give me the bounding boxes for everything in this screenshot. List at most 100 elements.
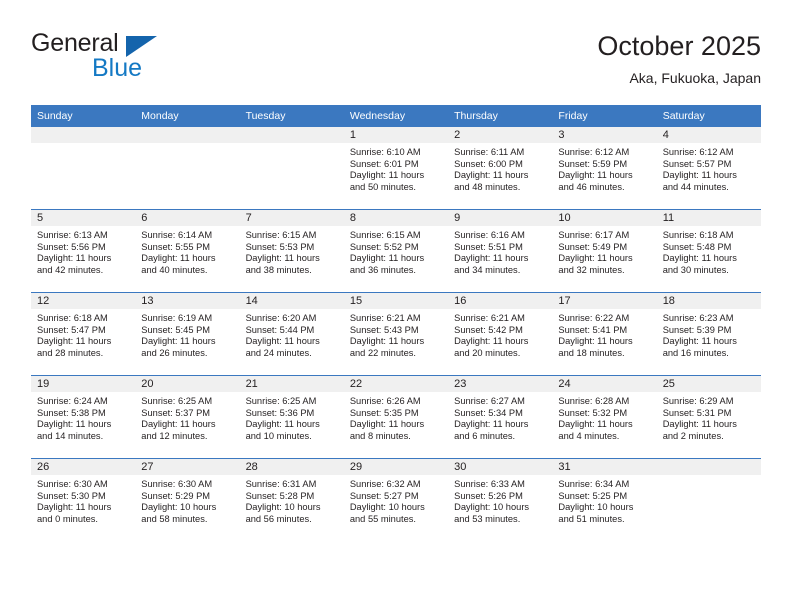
calendar-day-cell[interactable]: 13 Sunrise: 6:19 AM Sunset: 5:45 PM Dayligh… (135, 292, 240, 376)
day-number: 6 (135, 210, 240, 226)
weekday-header-wednesday: Wednesday (343, 105, 449, 127)
calendar-day-cell[interactable]: 26 Sunrise: 6:30 AM Sunset: 5:30 PM Dayligh… (31, 458, 136, 541)
day-detail-daylight-line1: Daylight: 11 hours (662, 419, 737, 430)
day-detail-daylight-line1: Daylight: 10 hours (349, 502, 425, 513)
calendar-day-cell[interactable]: 11 Sunrise: 6:18 AM Sunset: 5:48 PM Dayligh… (656, 209, 761, 293)
calendar-day-cell[interactable]: 23 Sunrise: 6:27 AM Sunset: 5:34 PM Dayligh… (448, 375, 553, 459)
calendar-day-cell[interactable]: 29 Sunrise: 6:32 AM Sunset: 5:27 PM Dayligh… (343, 458, 449, 541)
calendar-day-cell[interactable]: 16 Sunrise: 6:21 AM Sunset: 5:42 PM Dayligh… (448, 292, 553, 376)
day-details: Sunrise: 6:30 AM Sunset: 5:30 PM Daylight:… (31, 475, 135, 525)
day-detail-sunrise: Sunrise: 6:32 AM (349, 479, 421, 489)
calendar-day-cell[interactable]: 1 Sunrise: 6:10 AM Sunset: 6:01 PM Daylight… (343, 127, 449, 210)
day-detail-daylight-line1: Daylight: 11 hours (141, 336, 216, 347)
day-details: Sunrise: 6:27 AM Sunset: 5:34 PM Daylight:… (448, 392, 552, 442)
day-detail-daylight-line1: Daylight: 10 hours (245, 502, 321, 513)
day-detail-sunset: Sunset: 5:30 PM (37, 490, 106, 501)
calendar-day-cell[interactable]: 24 Sunrise: 6:28 AM Sunset: 5:32 PM Dayligh… (552, 375, 657, 459)
calendar-day-cell[interactable]: 20 Sunrise: 6:25 AM Sunset: 5:37 PM Dayligh… (135, 375, 240, 459)
day-cell-inner: 15 Sunrise: 6:21 AM Sunset: 5:43 PM Dayligh… (343, 293, 449, 375)
day-details: Sunrise: 6:30 AM Sunset: 5:29 PM Daylight:… (135, 475, 239, 525)
day-cell-inner: 14 Sunrise: 6:20 AM Sunset: 5:44 PM Dayligh… (239, 293, 344, 375)
calendar-day-cell[interactable]: 7 Sunrise: 6:15 AM Sunset: 5:53 PM Daylight… (239, 209, 344, 293)
calendar-day-cell[interactable]: 14 Sunrise: 6:20 AM Sunset: 5:44 PM Dayligh… (239, 292, 344, 376)
day-detail-daylight-line1: Daylight: 11 hours (245, 419, 320, 430)
day-number: 15 (343, 293, 449, 309)
calendar-day-cell[interactable]: 5 Sunrise: 6:13 AM Sunset: 5:56 PM Daylight… (31, 209, 136, 293)
day-detail-sunrise: Sunrise: 6:22 AM (558, 313, 630, 323)
day-detail-daylight-line2: and 16 minutes. (662, 347, 729, 358)
general-blue-logo[interactable]: General Blue (31, 30, 161, 84)
day-detail-sunset: Sunset: 5:36 PM (245, 407, 315, 418)
day-cell-inner: 9 Sunrise: 6:16 AM Sunset: 5:51 PM Daylight… (448, 210, 553, 292)
calendar-day-cell[interactable]: 21 Sunrise: 6:25 AM Sunset: 5:36 PM Dayligh… (239, 375, 344, 459)
day-detail-daylight-line2: and 2 minutes. (662, 430, 724, 441)
calendar-day-cell[interactable]: 17 Sunrise: 6:22 AM Sunset: 5:41 PM Dayligh… (552, 292, 657, 376)
calendar-day-cell[interactable]: 3 Sunrise: 6:12 AM Sunset: 5:59 PM Daylight… (552, 127, 657, 210)
day-details: Sunrise: 6:25 AM Sunset: 5:36 PM Daylight:… (240, 392, 344, 442)
day-detail-sunrise: Sunrise: 6:19 AM (141, 313, 213, 323)
calendar-day-cell[interactable]: 9 Sunrise: 6:16 AM Sunset: 5:51 PM Daylight… (448, 209, 553, 293)
day-number: 22 (343, 376, 449, 392)
day-detail-sunrise: Sunrise: 6:29 AM (662, 396, 734, 406)
day-detail-daylight-line2: and 12 minutes. (141, 430, 208, 441)
calendar-week-row: 19 Sunrise: 6:24 AM Sunset: 5:38 PM Dayligh… (31, 375, 761, 459)
weekday-header-tuesday: Tuesday (239, 105, 344, 127)
calendar-day-cell[interactable]: 25 Sunrise: 6:29 AM Sunset: 5:31 PM Dayligh… (656, 375, 761, 459)
day-number: 8 (343, 210, 449, 226)
calendar-week-row: 1 Sunrise: 6:10 AM Sunset: 6:01 PM Daylight… (31, 127, 761, 210)
day-detail-sunset: Sunset: 5:49 PM (558, 241, 628, 252)
day-cell-inner (31, 127, 136, 209)
day-detail-sunrise: Sunrise: 6:30 AM (37, 479, 108, 489)
calendar-day-cell[interactable]: 28 Sunrise: 6:31 AM Sunset: 5:28 PM Dayligh… (239, 458, 344, 541)
day-detail-daylight-line2: and 48 minutes. (454, 181, 521, 192)
day-detail-sunrise: Sunrise: 6:24 AM (37, 396, 108, 406)
calendar-day-cell[interactable]: 27 Sunrise: 6:30 AM Sunset: 5:29 PM Dayligh… (135, 458, 240, 541)
day-detail-sunrise: Sunrise: 6:27 AM (454, 396, 525, 406)
day-cell-inner: 30 Sunrise: 6:33 AM Sunset: 5:26 PM Dayligh… (448, 459, 553, 541)
day-detail-sunset: Sunset: 5:56 PM (37, 241, 106, 252)
day-number (135, 127, 240, 143)
calendar-day-cell[interactable]: 10 Sunrise: 6:17 AM Sunset: 5:49 PM Dayligh… (552, 209, 657, 293)
day-detail-daylight-line2: and 36 minutes. (349, 264, 416, 275)
calendar-day-cell[interactable]: 12 Sunrise: 6:18 AM Sunset: 5:47 PM Dayligh… (31, 292, 136, 376)
day-cell-inner: 31 Sunrise: 6:34 AM Sunset: 5:25 PM Dayligh… (552, 459, 657, 541)
calendar-day-cell-empty (135, 127, 240, 210)
calendar-day-cell[interactable]: 2 Sunrise: 6:11 AM Sunset: 6:00 PM Daylight… (448, 127, 553, 210)
day-details: Sunrise: 6:24 AM Sunset: 5:38 PM Daylight:… (31, 392, 135, 442)
day-detail-sunset: Sunset: 5:45 PM (141, 324, 211, 335)
day-details: Sunrise: 6:11 AM Sunset: 6:00 PM Daylight:… (448, 143, 552, 193)
day-details: Sunrise: 6:16 AM Sunset: 5:51 PM Daylight:… (448, 226, 552, 276)
day-detail-sunset: Sunset: 5:32 PM (558, 407, 628, 418)
day-details (135, 143, 239, 147)
day-detail-daylight-line1: Daylight: 11 hours (349, 253, 425, 264)
calendar-day-cell[interactable]: 19 Sunrise: 6:24 AM Sunset: 5:38 PM Dayligh… (31, 375, 136, 459)
day-detail-daylight-line2: and 56 minutes. (245, 513, 312, 524)
calendar-day-cell[interactable]: 6 Sunrise: 6:14 AM Sunset: 5:55 PM Daylight… (135, 209, 240, 293)
day-number: 25 (656, 376, 761, 392)
day-number: 1 (343, 127, 449, 143)
calendar-week-row: 26 Sunrise: 6:30 AM Sunset: 5:30 PM Dayligh… (31, 458, 761, 541)
calendar-day-cell[interactable]: 18 Sunrise: 6:23 AM Sunset: 5:39 PM Dayligh… (656, 292, 761, 376)
calendar-day-cell[interactable]: 8 Sunrise: 6:15 AM Sunset: 5:52 PM Daylight… (343, 209, 449, 293)
day-number (31, 127, 136, 143)
day-details: Sunrise: 6:26 AM Sunset: 5:35 PM Daylight:… (344, 392, 448, 442)
day-cell-inner: 11 Sunrise: 6:18 AM Sunset: 5:48 PM Dayligh… (656, 210, 761, 292)
day-detail-daylight-line2: and 53 minutes. (454, 513, 521, 524)
day-details: Sunrise: 6:12 AM Sunset: 5:57 PM Daylight:… (657, 143, 761, 193)
day-detail-daylight-line2: and 50 minutes. (349, 181, 416, 192)
calendar-day-cell[interactable]: 30 Sunrise: 6:33 AM Sunset: 5:26 PM Dayligh… (448, 458, 553, 541)
calendar-day-cell[interactable]: 22 Sunrise: 6:26 AM Sunset: 5:35 PM Dayligh… (343, 375, 449, 459)
day-detail-daylight-line2: and 38 minutes. (245, 264, 312, 275)
day-details: Sunrise: 6:23 AM Sunset: 5:39 PM Daylight:… (657, 309, 761, 359)
calendar-day-cell[interactable]: 15 Sunrise: 6:21 AM Sunset: 5:43 PM Dayligh… (343, 292, 449, 376)
day-number (239, 127, 344, 143)
calendar-day-cell[interactable]: 31 Sunrise: 6:34 AM Sunset: 5:25 PM Dayligh… (552, 458, 657, 541)
day-number: 28 (239, 459, 344, 475)
day-detail-sunset: Sunset: 5:47 PM (37, 324, 106, 335)
day-details: Sunrise: 6:29 AM Sunset: 5:31 PM Daylight:… (657, 392, 761, 442)
calendar-day-cell[interactable]: 4 Sunrise: 6:12 AM Sunset: 5:57 PM Daylight… (656, 127, 761, 210)
day-detail-daylight-line2: and 46 minutes. (558, 181, 625, 192)
day-number (656, 459, 761, 475)
masthead: General Blue October 2025 Aka, Fukuoka, … (31, 30, 761, 100)
day-detail-sunset: Sunset: 5:37 PM (141, 407, 211, 418)
